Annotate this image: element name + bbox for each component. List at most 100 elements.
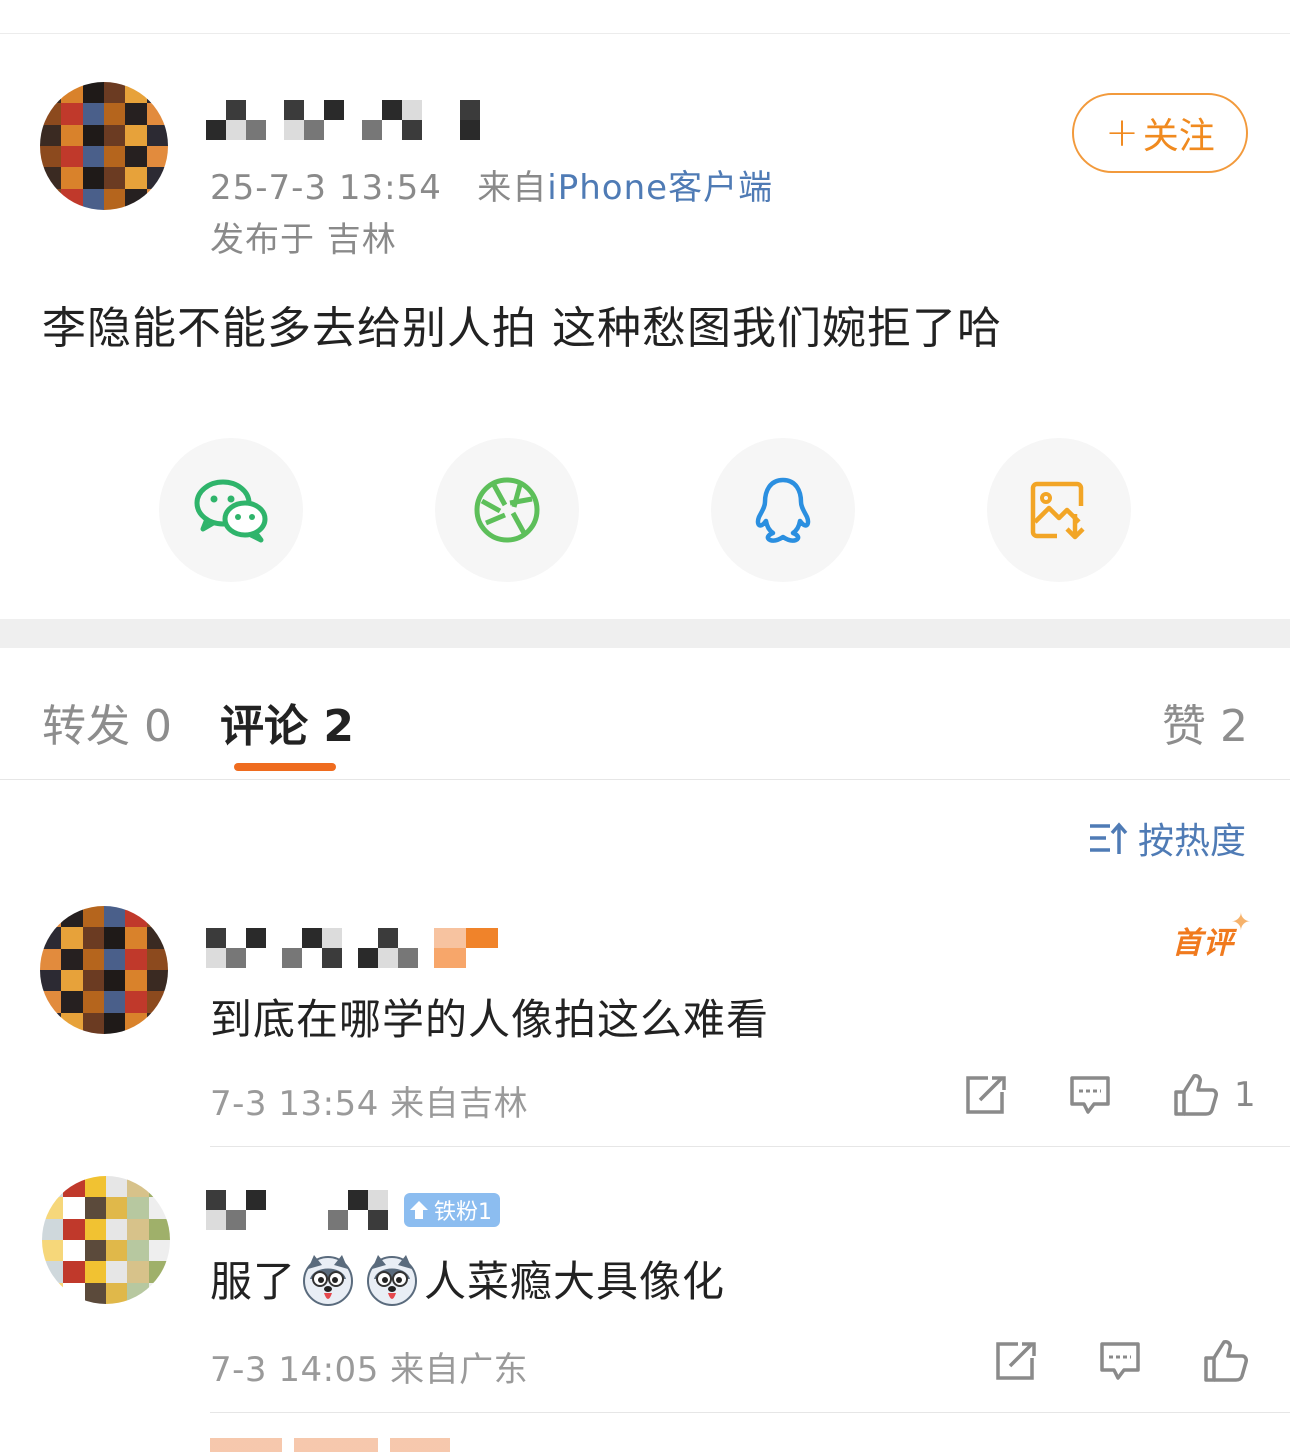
commenter-name-redacted[interactable] [206,1190,266,1230]
sort-by-hot-button[interactable]: 按热度 [1088,812,1246,864]
share-out-icon [966,1076,1006,1114]
mosaic-cell [42,1282,64,1304]
mosaic-cell [104,927,126,949]
mosaic-cell [104,103,126,125]
share-wechat-button[interactable] [159,438,303,582]
mosaic-cell [434,928,466,948]
share-qq-button[interactable] [711,438,855,582]
mosaic-cell [226,1210,246,1230]
spark-icon: ✦ [1230,908,1252,936]
mosaic-cell [348,1190,368,1210]
mosaic-cell [42,1240,64,1262]
mosaic-cell [42,1197,64,1219]
thumbs-up-icon [1204,1340,1248,1382]
mosaic-cell [61,82,83,104]
sort-label: 按热度 [1138,821,1247,862]
mosaic-cell [104,970,126,992]
save-image-button[interactable] [987,438,1131,582]
mosaic-cell [148,1197,170,1219]
mosaic-cell [148,1176,170,1198]
husky-emoji-icon [303,1254,354,1306]
mosaic-cell [82,1012,104,1034]
mosaic-cell [440,100,460,120]
tab-comments[interactable]: 评论 2 [220,690,354,754]
mosaic-cell [40,1012,62,1034]
like-comment-button[interactable]: 1 [1172,1072,1256,1118]
follow-button[interactable]: + 关注 [1072,93,1248,173]
first-comment-badge: 首评 ✦ [1172,908,1251,962]
moments-icon [474,477,540,543]
mosaic-cell [466,948,498,968]
comment-meta: 7-3 13:54 来自吉林 [210,1084,529,1124]
mosaic-cell [322,948,342,968]
mosaic-cell [368,1190,388,1210]
section-separator [0,619,1290,648]
mosaic-cell [284,120,304,140]
mosaic-cell [63,1197,85,1219]
mosaic-cell [82,167,104,189]
tab-likes[interactable]: 赞 2 [1162,690,1248,754]
poster-avatar[interactable] [40,82,168,210]
mosaic-cell [146,991,168,1013]
reply-comment-button[interactable] [1098,1340,1142,1382]
tab-repost[interactable]: 转发 0 [42,690,172,754]
mosaic-cell [61,970,83,992]
mosaic-cell [148,1218,170,1240]
mosaic-cell [106,1282,128,1304]
mosaic-cell [148,1282,170,1304]
reply-comment-button[interactable] [1068,1074,1112,1116]
mosaic-cell [125,991,147,1013]
comment-text: 服了 人菜瘾大具像化 [210,1248,725,1309]
mosaic-cell [146,927,168,949]
mosaic-cell [206,100,226,120]
mosaic-cell [402,120,422,140]
comment-meta: 7-3 14:05 来自广东 [210,1350,529,1390]
mosaic-cell [40,927,62,949]
mosaic-cell [40,103,62,125]
like-comment-button[interactable] [1202,1338,1250,1384]
mosaic-cell [42,1176,64,1198]
comment-divider [210,1412,1290,1413]
mosaic-cell [106,1261,128,1283]
mosaic-cell [82,82,104,104]
mosaic-cell [61,906,83,928]
commenter-avatar[interactable] [42,1176,170,1304]
mosaic-cell [324,120,344,140]
mosaic-cell [125,970,147,992]
poster-name-redacted[interactable] [206,100,480,140]
mosaic-cell [82,927,104,949]
mosaic-cell [104,991,126,1013]
comment-text: 到底在哪学的人像拍这么难看 [210,995,770,1044]
post-meta: 25-7-3 13:54 来自iPhone客户端 [210,160,773,209]
mosaic-cell [324,100,344,120]
commenter-name-redacted[interactable] [328,1190,388,1230]
post-client[interactable]: iPhone客户端 [547,168,773,208]
mosaic-cell [206,1190,226,1210]
repost-comment-button[interactable] [964,1074,1008,1116]
comment-text-part-2: 人菜瘾大具像化 [424,1257,726,1306]
mosaic-cell [125,927,147,949]
top-strip [0,0,1290,34]
fan-level-badge[interactable]: 铁粉1 [404,1193,500,1227]
commenter-name-redacted[interactable] [206,928,498,968]
mosaic-cell [146,970,168,992]
mosaic-cell [40,906,62,928]
mosaic-cell [358,948,378,968]
mosaic-cell [63,1282,85,1304]
repost-comment-button[interactable] [994,1340,1038,1382]
mosaic-cell [104,1012,126,1034]
mosaic-cell [282,948,302,968]
mosaic-cell [328,1190,348,1210]
commenter-avatar[interactable] [40,906,168,1034]
mosaic-cell [206,948,226,968]
mosaic-cell [40,146,62,168]
mosaic-cell [61,146,83,168]
commenter-name-row[interactable]: 铁粉1 [206,1190,500,1230]
comment-actions [994,1338,1250,1384]
mosaic-cell [434,948,466,968]
mosaic-cell [127,1261,149,1283]
mosaic-cell [84,1261,106,1283]
mosaic-cell [104,82,126,104]
mosaic-cell [362,120,382,140]
share-moments-button[interactable] [435,438,579,582]
